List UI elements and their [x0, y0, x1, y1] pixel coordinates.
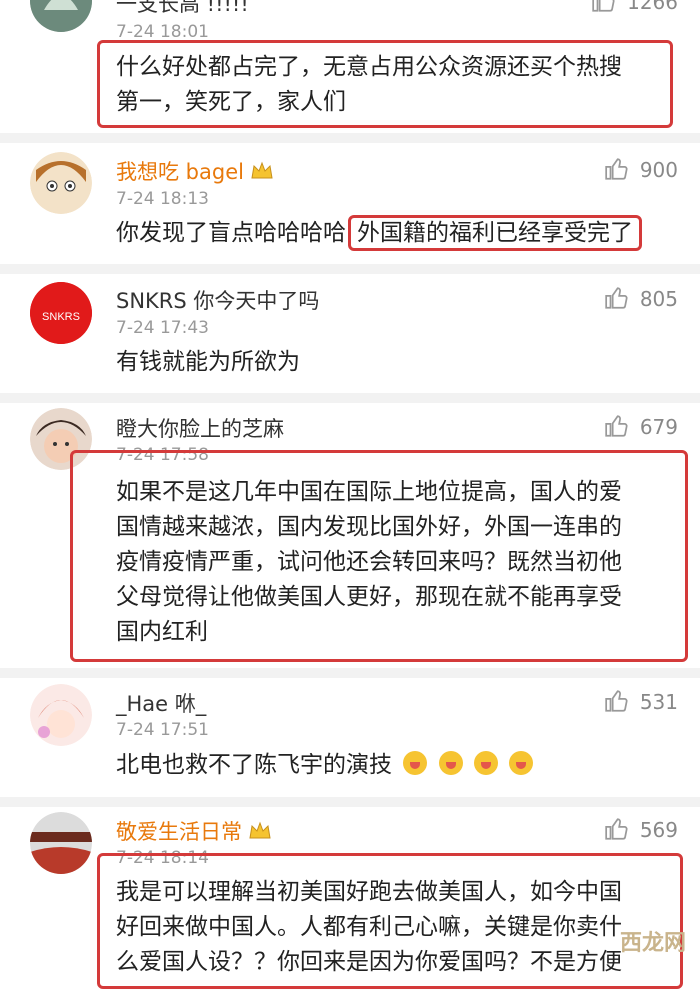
avatar[interactable]: [30, 684, 92, 746]
crown-badge-icon: [251, 161, 273, 179]
svg-text:SNKRS: SNKRS: [42, 311, 80, 323]
avatar[interactable]: SNKRS: [30, 282, 92, 344]
comment-author[interactable]: SNKRS 你今天中了吗: [116, 285, 319, 315]
like-count: 679: [639, 415, 678, 439]
divider: [0, 264, 700, 274]
avatar[interactable]: [30, 812, 92, 874]
avatar[interactable]: [30, 152, 92, 214]
like-count: 805: [639, 287, 678, 311]
comment-author[interactable]: 一支长高 !!!!!: [116, 0, 249, 18]
like-count: 531: [639, 690, 678, 714]
like-button[interactable]: 531: [604, 688, 678, 714]
comment-author[interactable]: 我想吃 bagel: [116, 156, 274, 186]
comment-text: 北电也救不了陈飞宇的演技: [116, 748, 676, 783]
divider: [0, 133, 700, 143]
thumbs-up-icon: [605, 287, 628, 309]
thumbs-up-icon: [592, 0, 615, 12]
like-button[interactable]: 1266: [591, 0, 678, 14]
thumbs-up-icon: [605, 415, 628, 437]
crown-badge-icon: [249, 821, 271, 839]
comment-text: 什么好处都占完了，无意占用公众资源还买个热搜 第一，笑死了，家人们: [116, 54, 622, 115]
comment-time: 7-24 17:43: [116, 318, 209, 338]
comment-author[interactable]: 瞪大你脸上的芝麻: [116, 413, 284, 443]
comment-text: 你发现了盲点哈哈哈哈 外国籍的福利已经享受完了: [116, 215, 700, 251]
like-count: 1266: [627, 0, 678, 14]
like-button[interactable]: 569: [604, 816, 678, 842]
comment-time: 7-24 18:13: [116, 189, 209, 209]
comment-author[interactable]: 敬爱生活日常: [116, 816, 272, 846]
like-count: 569: [639, 818, 678, 842]
thumbs-up-icon: [605, 158, 628, 180]
like-button[interactable]: 679: [604, 413, 678, 439]
comment-text: 如果不是这几年中国在国际上地位提高，国人的爱 国情越来越浓，国内发现比国外好，外…: [116, 479, 622, 645]
thumbs-up-icon: [605, 818, 628, 840]
divider: [0, 797, 700, 807]
highlighted-text: 外国籍的福利已经享受完了: [348, 215, 642, 251]
watermark: 西龙网: [619, 931, 686, 956]
comment-text: 我是可以理解当初美国好跑去做美国人，如今中国 好回来做中国人。人都有利己心嘛，关…: [116, 879, 622, 975]
divider: [0, 393, 700, 403]
crying-emoji-icon: [438, 751, 463, 775]
comment-author[interactable]: _Hae 咻_: [116, 688, 206, 718]
comment-time: 7-24 18:01: [116, 22, 209, 42]
thumbs-up-icon: [605, 690, 628, 712]
like-button[interactable]: 900: [604, 156, 678, 182]
divider: [0, 668, 700, 678]
crying-emoji-icon: [509, 751, 534, 775]
like-button[interactable]: 805: [604, 285, 678, 311]
comment-text: 有钱就能为所欲为: [116, 349, 300, 375]
like-count: 900: [639, 158, 678, 182]
avatar[interactable]: [30, 0, 92, 32]
crying-emoji-icon: [403, 751, 428, 775]
comment-time: 7-24 17:51: [116, 720, 209, 740]
crying-emoji-icon: [473, 751, 498, 775]
